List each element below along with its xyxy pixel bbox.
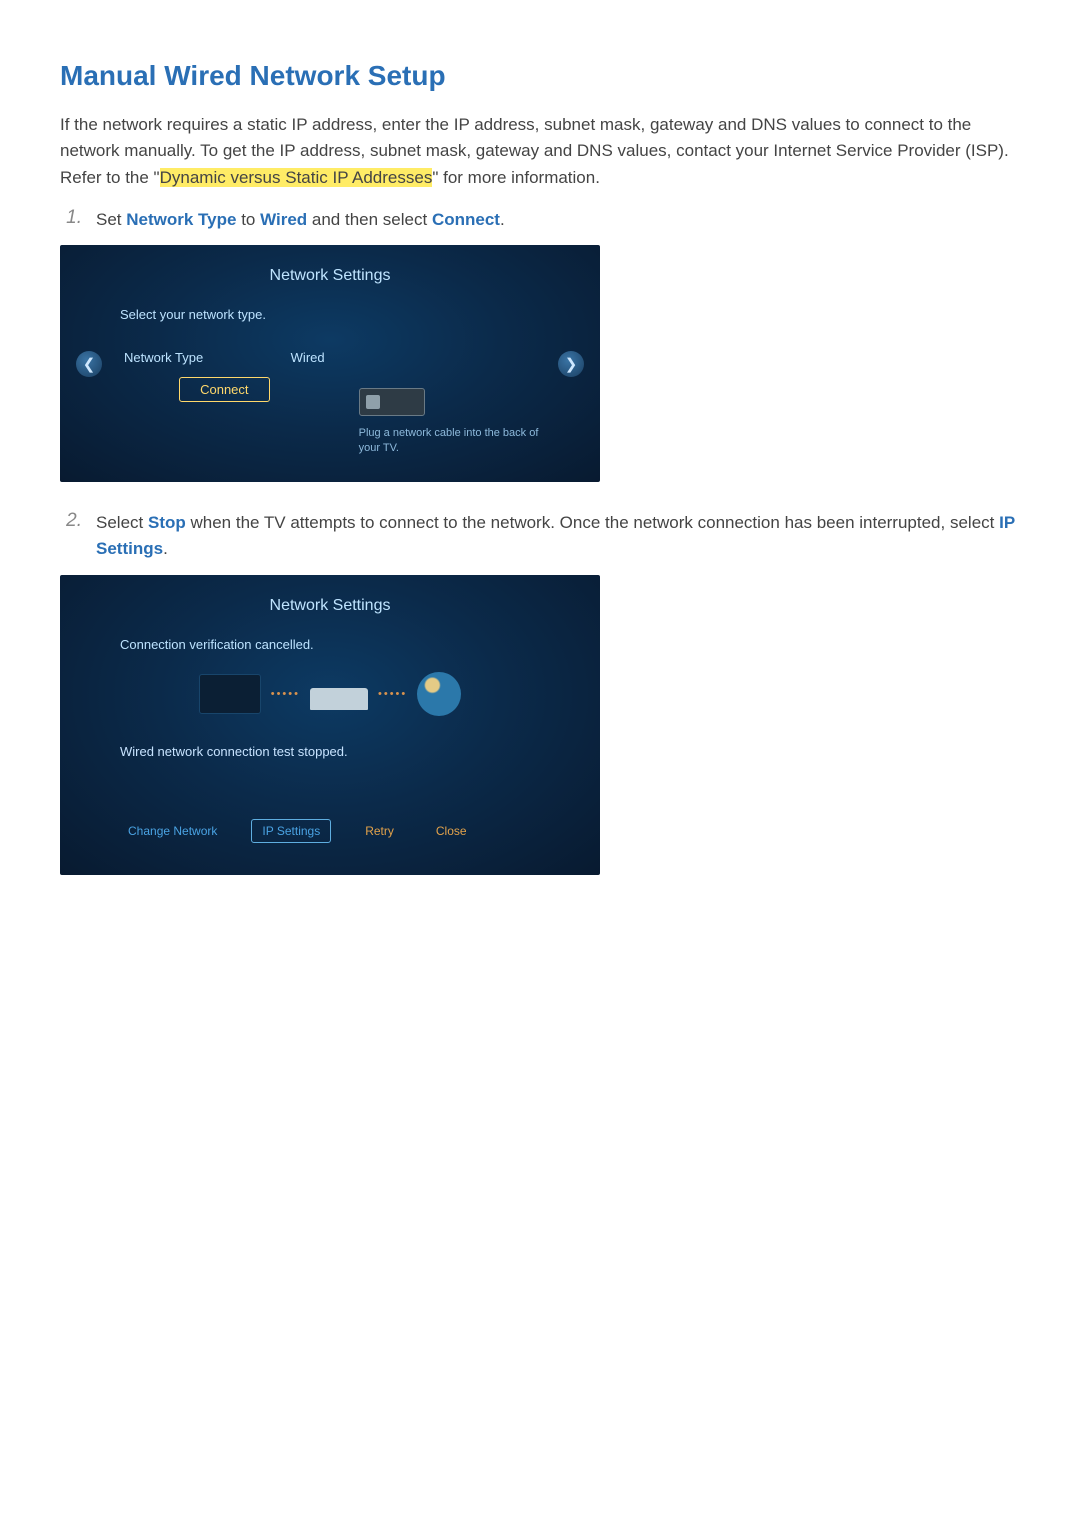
t: Select [96,513,148,532]
change-network-button[interactable]: Change Network [120,819,225,843]
nav-prev-button[interactable]: ❮ [76,351,102,377]
network-settings-panel-2: Network Settings Connection verification… [60,575,600,875]
chevron-right-icon: ❯ [565,355,578,373]
step-number: 1. [60,207,96,233]
network-type-label: Network Type [124,350,203,365]
step-number: 2. [60,510,96,563]
router-icon [310,688,368,710]
kw-stop: Stop [148,513,186,532]
network-settings-panel-1: ❮ ❯ Network Settings Select your network… [60,245,600,482]
panel-title: Network Settings [120,267,540,285]
t: and then select [307,210,432,229]
ip-settings-button[interactable]: IP Settings [251,819,331,843]
connection-diagram: ••••• ••••• [120,672,540,716]
ethernet-port-icon [359,388,425,416]
step-1: 1. Set Network Type to Wired and then se… [60,207,1020,233]
t: to [236,210,260,229]
step-2: 2. Select Stop when the TV attempts to c… [60,510,1020,563]
network-type-row[interactable]: Network Type Wired [120,342,329,373]
retry-button[interactable]: Retry [357,819,402,843]
panel-button-bar: Change Network IP Settings Retry Close [120,819,540,843]
close-button[interactable]: Close [428,819,475,843]
step-text: Select Stop when the TV attempts to conn… [96,510,1020,563]
t: Set [96,210,126,229]
connection-dots-icon: ••••• [271,688,300,700]
panel-subtitle: Connection verification cancelled. [120,637,540,652]
page-title: Manual Wired Network Setup [60,60,1020,92]
t: when the TV attempts to connect to the n… [186,513,999,532]
intro-text-post: " for more information. [432,168,600,187]
chevron-left-icon: ❮ [83,355,96,373]
tv-device-icon [199,674,261,714]
t: . [163,539,168,558]
nav-next-button[interactable]: ❯ [558,351,584,377]
step-text: Set Network Type to Wired and then selec… [96,207,1020,233]
panel-title: Network Settings [120,597,540,615]
panel-subtitle: Select your network type. [120,307,540,322]
kw-wired: Wired [260,210,307,229]
kw-network-type: Network Type [126,210,236,229]
connection-dots-icon: ••••• [378,688,407,700]
connect-button[interactable]: Connect [179,377,269,402]
panel-message: Wired network connection test stopped. [120,744,540,759]
intro-highlight-link[interactable]: Dynamic versus Static IP Addresses [160,168,433,187]
kw-connect: Connect [432,210,500,229]
globe-icon [417,672,461,716]
network-type-value: Wired [291,350,325,365]
intro-paragraph: If the network requires a static IP addr… [60,112,1020,191]
panel-side-text: Plug a network cable into the back of yo… [359,426,540,456]
t: . [500,210,505,229]
